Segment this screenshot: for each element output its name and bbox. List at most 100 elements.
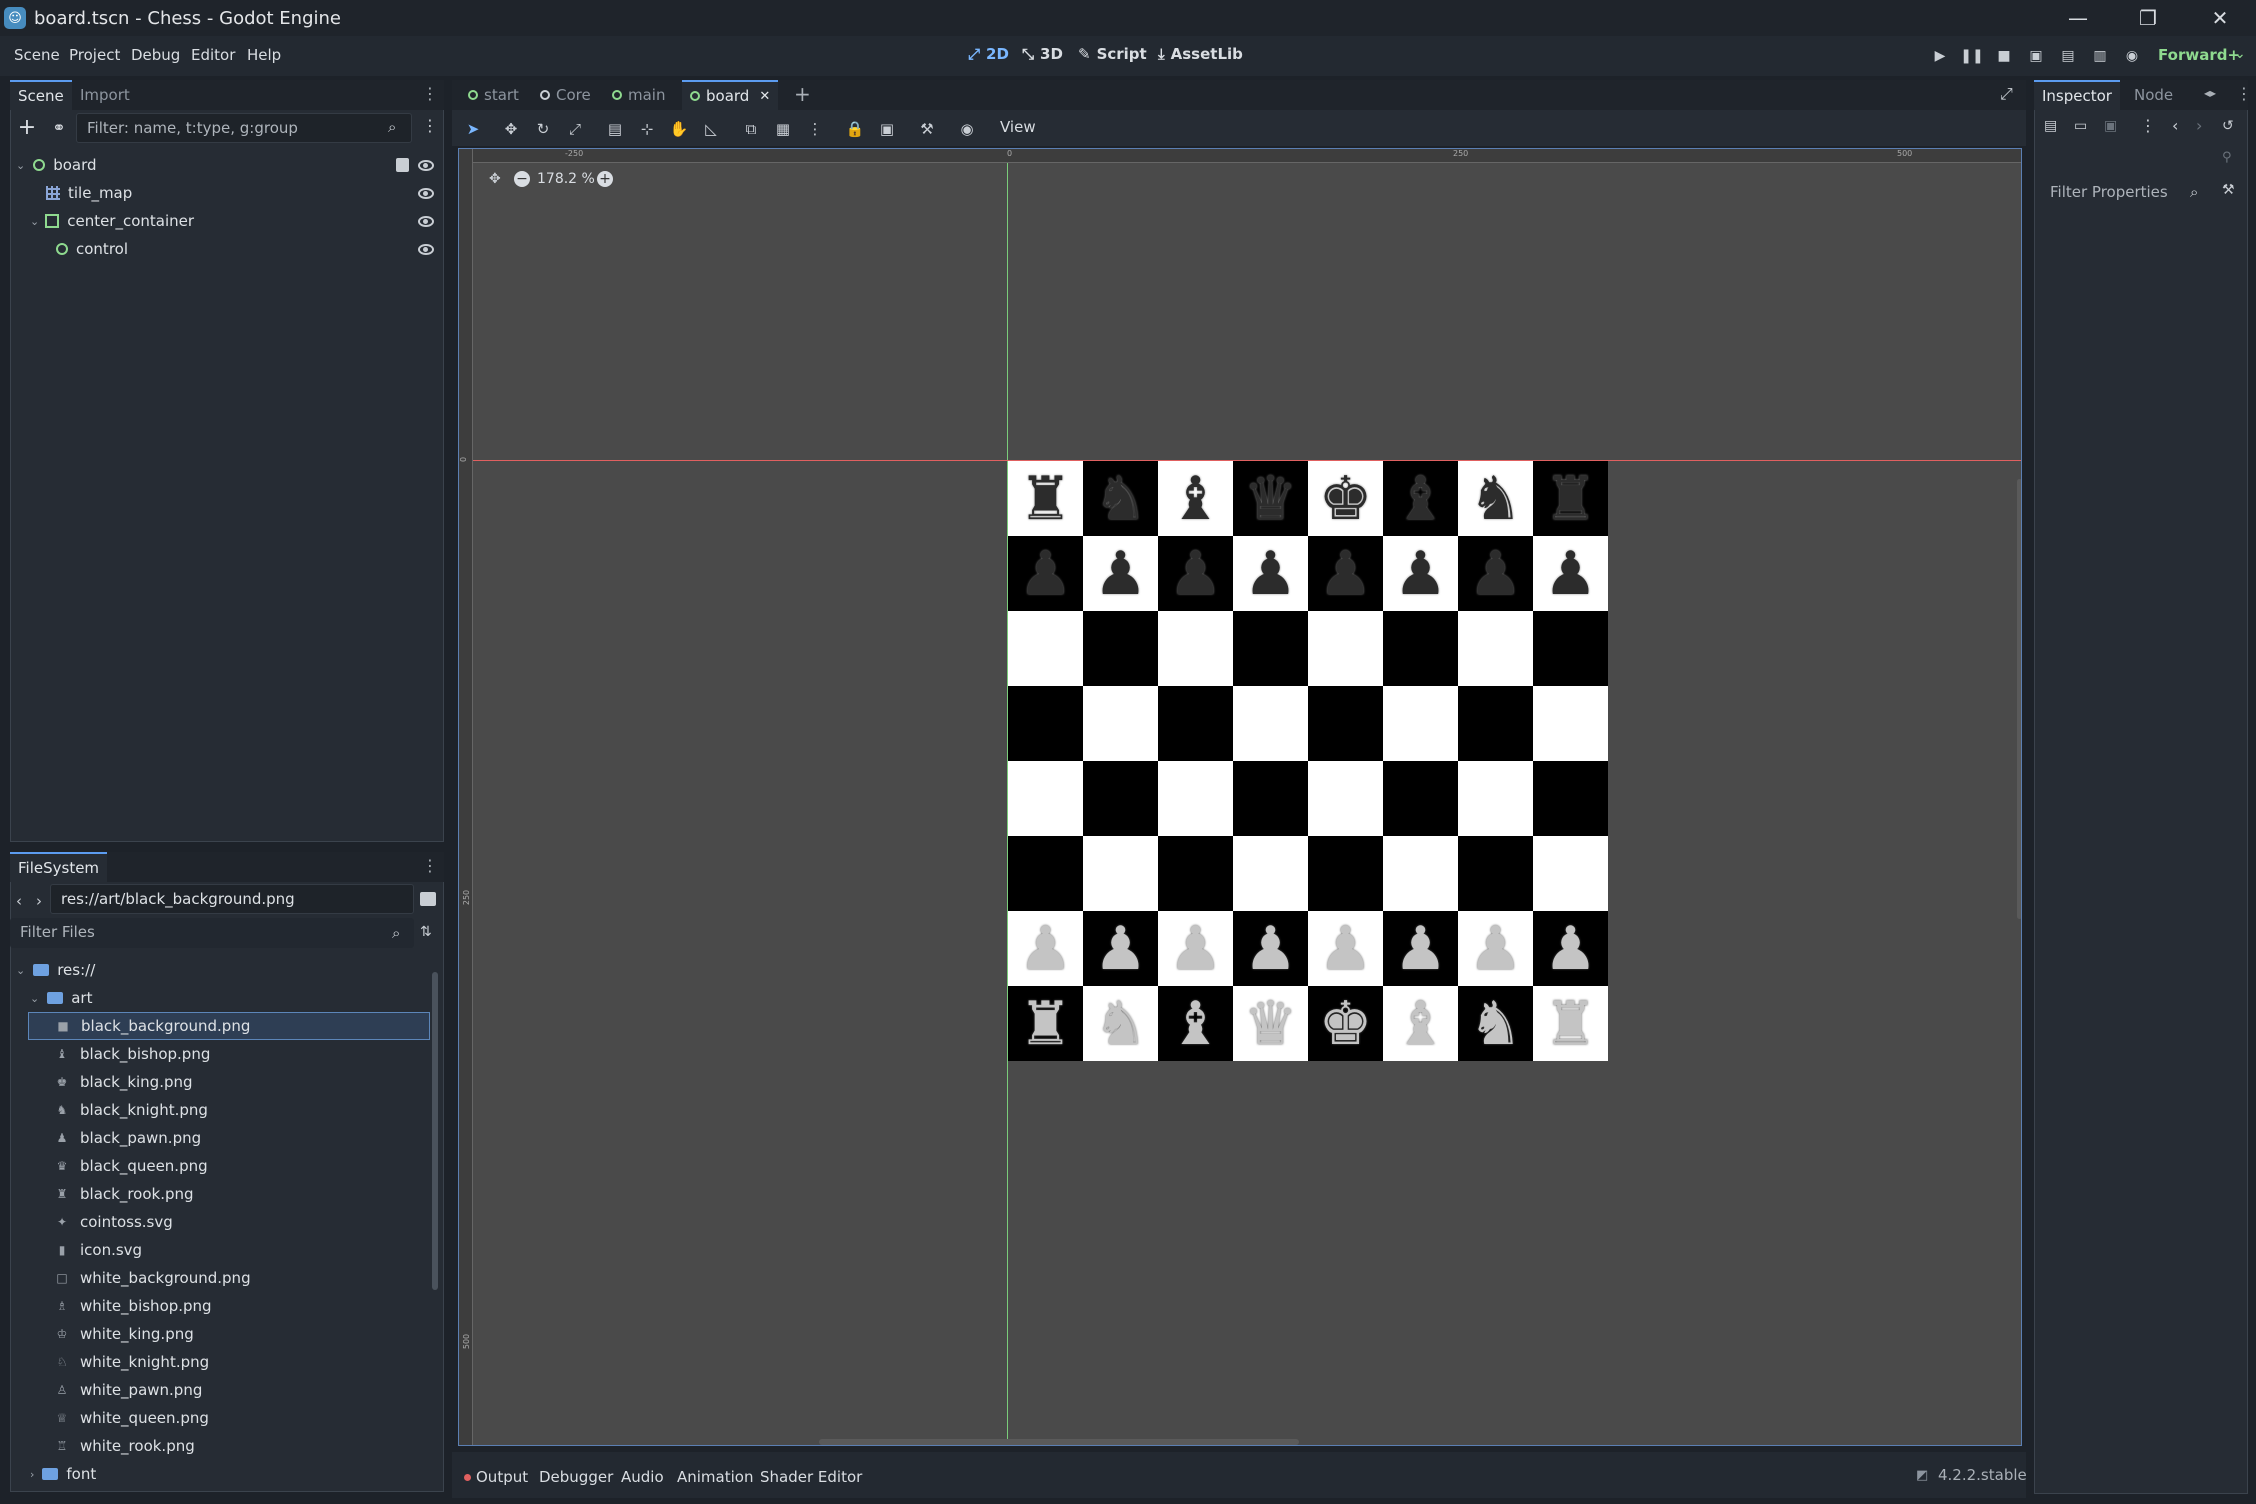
- load-resource-icon[interactable]: ▭: [2074, 118, 2087, 134]
- workspace-script-button[interactable]: ✎ Script: [1078, 45, 1147, 63]
- visibility-eye-icon[interactable]: [418, 216, 434, 227]
- maximize-button[interactable]: ❐: [2114, 0, 2182, 36]
- black-piece[interactable]: ♟: [1533, 536, 1608, 611]
- board-square[interactable]: [1158, 686, 1233, 761]
- select-icon[interactable]: ➤: [462, 118, 484, 140]
- black-piece[interactable]: ♛: [1233, 461, 1308, 536]
- white-piece[interactable]: ♟: [1383, 911, 1458, 986]
- pause-icon[interactable]: ❚❚: [1960, 46, 1983, 66]
- board-square[interactable]: [1308, 611, 1383, 686]
- zoom-level[interactable]: 178.2 %: [537, 171, 595, 187]
- rotate-icon[interactable]: ↻: [532, 118, 554, 140]
- board-square[interactable]: [1308, 761, 1383, 836]
- white-piece[interactable]: ♟: [1083, 911, 1158, 986]
- board-square[interactable]: [1008, 686, 1083, 761]
- file-item[interactable]: ♖ white_rook.png: [28, 1432, 430, 1460]
- movie-maker-icon[interactable]: ◉: [2122, 46, 2142, 66]
- board-square[interactable]: [1458, 761, 1533, 836]
- lock-icon[interactable]: 🔒: [844, 118, 866, 140]
- visibility-eye-icon[interactable]: [418, 160, 434, 171]
- folder-font[interactable]: › font: [30, 1460, 96, 1488]
- pivot-icon[interactable]: ⊹: [636, 118, 658, 140]
- tab-inspector[interactable]: Inspector: [2034, 80, 2120, 110]
- white-piece[interactable]: ♟: [1308, 911, 1383, 986]
- black-piece[interactable]: ♟: [1383, 536, 1458, 611]
- bones-icon[interactable]: ⚒: [916, 118, 938, 140]
- scene-options-icon[interactable]: ⋮: [422, 116, 438, 135]
- kebab-menu-icon[interactable]: ⋮: [422, 84, 438, 103]
- white-piece[interactable]: ♜: [1008, 986, 1083, 1061]
- board-square[interactable]: [1008, 836, 1083, 911]
- tab-output[interactable]: Output: [476, 1468, 528, 1486]
- menu-scene[interactable]: Scene: [14, 46, 60, 64]
- black-piece[interactable]: ♞: [1083, 461, 1158, 536]
- scale-icon[interactable]: ⤢: [564, 118, 586, 140]
- history-back-icon[interactable]: ‹: [2172, 116, 2178, 135]
- folder-art[interactable]: ⌄ art: [30, 984, 92, 1012]
- board-square[interactable]: [1083, 836, 1158, 911]
- zoom-in-button[interactable]: +: [597, 171, 613, 187]
- board-square[interactable]: [1383, 611, 1458, 686]
- canvas-viewport[interactable]: -250 0 250 500 0 250 500 ✥ − 178.2 % + ♜…: [458, 148, 2022, 1446]
- kebab-menu-icon[interactable]: ⋮: [422, 856, 438, 875]
- white-piece[interactable]: ♝: [1383, 986, 1458, 1061]
- add-scene-tab-button[interactable]: +: [794, 82, 811, 106]
- board-square[interactable]: [1308, 686, 1383, 761]
- horizontal-scrollbar[interactable]: [819, 1439, 1299, 1445]
- grid-snap-icon[interactable]: ▦: [772, 118, 794, 140]
- tab-debugger[interactable]: Debugger: [539, 1468, 613, 1486]
- override-camera-icon[interactable]: ◉: [956, 118, 978, 140]
- filter-files-input[interactable]: Filter Files: [10, 918, 414, 948]
- file-item[interactable]: ♙ white_pawn.png: [28, 1376, 430, 1404]
- smart-snap-icon[interactable]: ⧉: [740, 118, 762, 140]
- white-piece[interactable]: ♟: [1458, 911, 1533, 986]
- history-forward-icon[interactable]: ›: [2196, 116, 2202, 135]
- link-icon[interactable]: ⚭: [48, 116, 70, 138]
- close-window-button[interactable]: ✕: [2186, 0, 2254, 36]
- play-icon[interactable]: ▶: [1930, 46, 1950, 66]
- file-item[interactable]: ✦ cointoss.svg: [28, 1208, 430, 1236]
- black-piece[interactable]: ♟: [1308, 536, 1383, 611]
- workspace-2d-button[interactable]: ⤢ 2D: [968, 45, 1009, 63]
- board-square[interactable]: [1083, 611, 1158, 686]
- file-item[interactable]: ♘ white_knight.png: [28, 1348, 430, 1376]
- menu-debug[interactable]: Debug: [131, 46, 180, 64]
- board-square[interactable]: [1158, 611, 1233, 686]
- tab-animation[interactable]: Animation: [677, 1468, 753, 1486]
- forward-arrow-icon[interactable]: ›: [36, 892, 42, 910]
- file-item[interactable]: ♕ white_queen.png: [28, 1404, 430, 1432]
- visibility-eye-icon[interactable]: [418, 244, 434, 255]
- ruler-icon[interactable]: ◺: [700, 118, 722, 140]
- file-item[interactable]: ♔ white_king.png: [28, 1320, 430, 1348]
- white-piece[interactable]: ♟: [1233, 911, 1308, 986]
- filter-properties-input[interactable]: Filter Properties: [2040, 178, 2212, 208]
- vertical-scrollbar[interactable]: [2017, 479, 2021, 919]
- view-menu-button[interactable]: View: [1000, 118, 1036, 136]
- white-piece[interactable]: ♜: [1533, 986, 1608, 1061]
- board-square[interactable]: [1233, 611, 1308, 686]
- board-square[interactable]: [1008, 761, 1083, 836]
- white-piece[interactable]: ♟: [1008, 911, 1083, 986]
- menu-project[interactable]: Project: [69, 46, 120, 64]
- tab-start[interactable]: start: [460, 80, 527, 110]
- close-tab-icon[interactable]: ✕: [759, 89, 770, 104]
- chess-board[interactable]: ♜ ♞ ♝ ♛ ♚ ♝ ♞ ♜ ♟ ♟ ♟ ♟ ♟ ♟ ♟ ♟ ♟ ♟ ♟ ♟ ♟ ♟ ♟ ♟ ♜ ♞ ♝ ♛ ♚ ♝ ♞ ♜: [1008, 461, 1608, 1061]
- board-square[interactable]: [1458, 686, 1533, 761]
- white-piece[interactable]: ♞: [1083, 986, 1158, 1061]
- split-mode-icon[interactable]: [420, 892, 436, 906]
- board-square[interactable]: [1533, 836, 1608, 911]
- board-square[interactable]: [1158, 836, 1233, 911]
- sort-icon[interactable]: ⇅: [420, 924, 432, 940]
- board-square[interactable]: [1383, 761, 1458, 836]
- board-square[interactable]: [1458, 836, 1533, 911]
- file-item[interactable]: ♟ black_pawn.png: [28, 1124, 430, 1152]
- filesystem-scrollbar[interactable]: [432, 972, 438, 1290]
- file-item[interactable]: ▮ icon.svg: [28, 1236, 430, 1264]
- tab-scene[interactable]: Scene: [10, 80, 72, 110]
- white-piece[interactable]: ♞: [1458, 986, 1533, 1061]
- black-piece[interactable]: ♟: [1008, 536, 1083, 611]
- center-view-icon[interactable]: ✥: [489, 171, 501, 187]
- white-piece[interactable]: ♝: [1158, 986, 1233, 1061]
- tools-icon[interactable]: ⚒: [2222, 182, 2235, 198]
- distraction-free-icon[interactable]: ⤢: [2000, 84, 2013, 104]
